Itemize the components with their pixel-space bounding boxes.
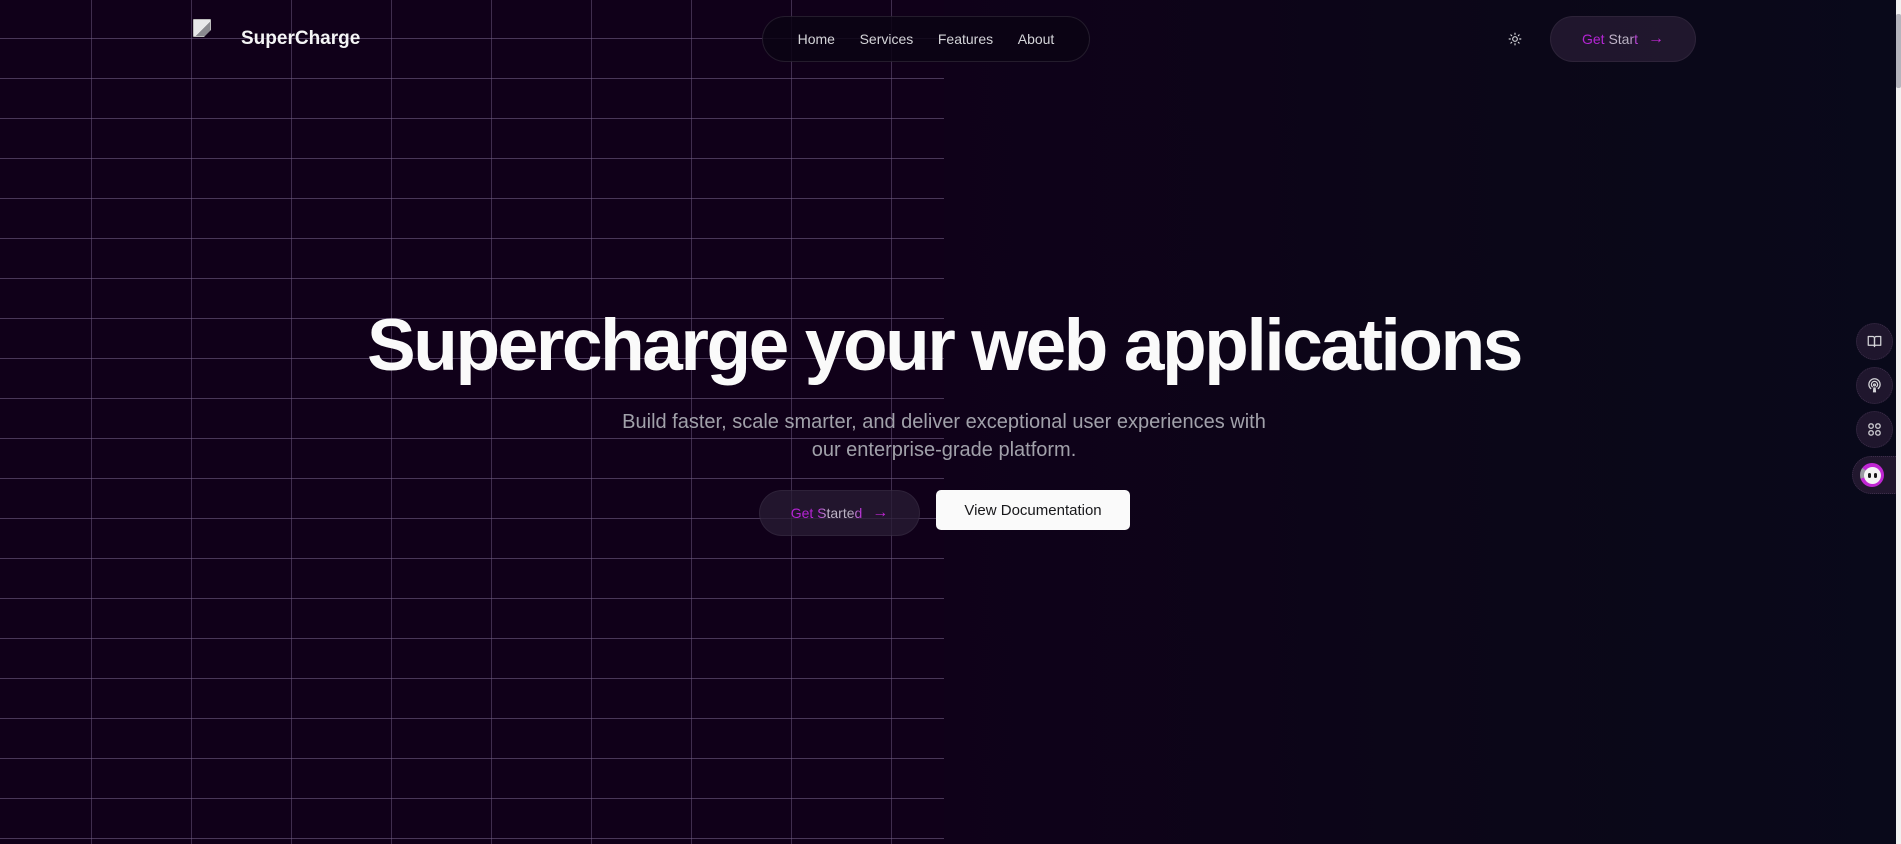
arrow-right-icon: → xyxy=(1648,30,1665,47)
scrollbar-thumb[interactable] xyxy=(1896,14,1901,88)
arrow-right-icon: → xyxy=(872,504,889,521)
chatbot-icon xyxy=(1860,463,1884,487)
chatbot-button[interactable] xyxy=(1852,456,1901,494)
dock-button-docs[interactable] xyxy=(1856,323,1893,360)
main-nav: Home Services Features About xyxy=(762,16,1090,62)
broken-image-icon xyxy=(193,19,211,37)
header-cta-label: Get Start xyxy=(1581,31,1639,47)
nav-item-features[interactable]: Features xyxy=(938,31,993,47)
apps-grid-icon xyxy=(1868,423,1881,436)
hero-subtitle: Build faster, scale smarter, and deliver… xyxy=(622,411,1266,461)
dock-button-apps[interactable] xyxy=(1856,411,1893,448)
hero-title: Supercharge your web applications xyxy=(367,305,1523,386)
dock-button-podcast[interactable] xyxy=(1856,367,1893,404)
get-started-label: Get Started xyxy=(790,505,863,521)
nav-item-about[interactable]: About xyxy=(1018,31,1055,47)
theme-toggle-button[interactable] xyxy=(1504,28,1526,50)
nav-item-home[interactable]: Home xyxy=(798,31,835,47)
view-documentation-button[interactable]: View Documentation xyxy=(936,490,1130,530)
brand-logo-link[interactable]: SuperCharge xyxy=(193,19,360,49)
book-icon xyxy=(1867,335,1882,348)
nav-item-services[interactable]: Services xyxy=(860,31,914,47)
sun-icon xyxy=(1508,32,1522,46)
podcast-icon xyxy=(1868,378,1881,393)
page-scrollbar[interactable] xyxy=(1896,0,1901,844)
header-get-start-button[interactable]: Get Start → xyxy=(1550,16,1696,62)
brand-name: SuperCharge xyxy=(241,28,361,49)
get-started-button[interactable]: Get Started → xyxy=(759,490,920,536)
